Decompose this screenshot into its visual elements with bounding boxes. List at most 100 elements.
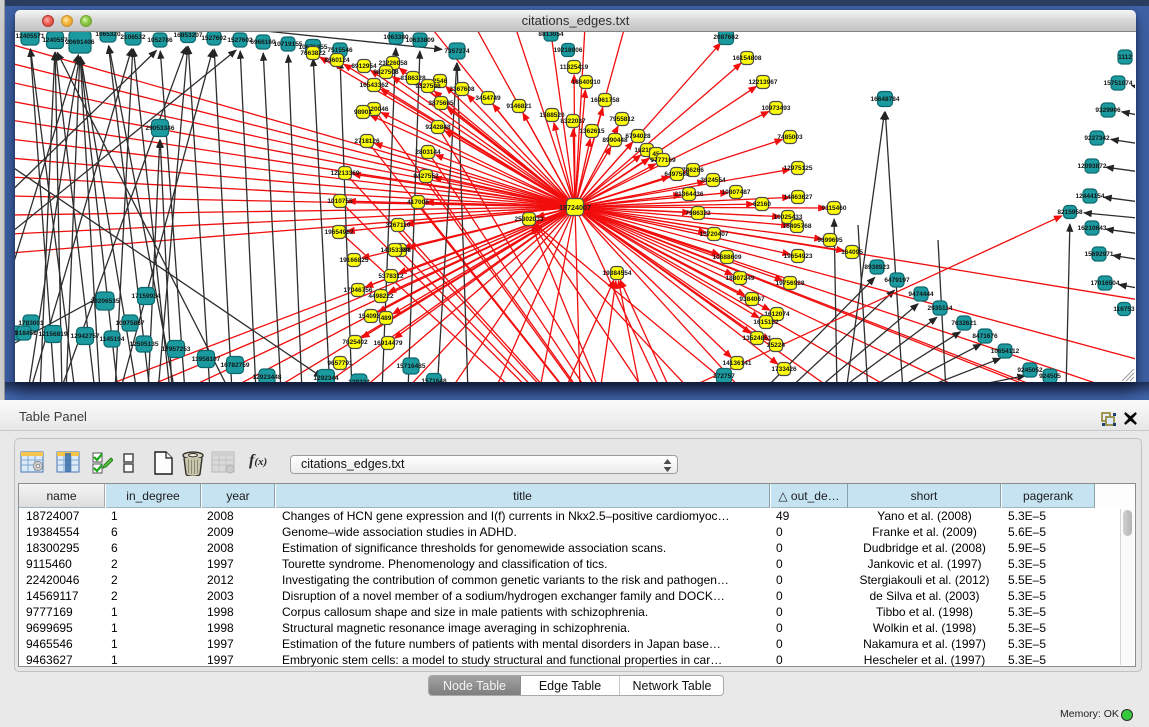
svg-text:3624554: 3624554 (700, 177, 726, 184)
svg-text:10688609: 10688609 (713, 254, 742, 261)
svg-text:12505135: 12505135 (130, 341, 159, 348)
svg-text:8990448: 8990448 (602, 137, 628, 144)
svg-text:6794028: 6794028 (625, 133, 651, 140)
svg-text:2087662: 2087662 (713, 34, 739, 41)
svg-text:1615152: 1615152 (753, 319, 779, 326)
svg-text:18724007: 18724007 (559, 203, 591, 212)
svg-text:10633809: 10633809 (406, 37, 435, 44)
svg-text:9327508: 9327508 (415, 83, 441, 90)
svg-text:1065320: 1065320 (95, 32, 121, 38)
svg-text:6966160: 6966160 (250, 39, 276, 46)
svg-text:19756928: 19756928 (776, 280, 805, 287)
svg-text:164095: 164095 (841, 249, 863, 256)
svg-text:19654982: 19654982 (325, 229, 354, 236)
svg-text:9146821: 9146821 (506, 103, 532, 110)
svg-text:18807249: 18807249 (726, 275, 755, 282)
svg-text:12156819: 12156819 (39, 331, 68, 338)
svg-text:21364436: 21364436 (675, 191, 704, 198)
svg-text:116753: 116753 (1113, 306, 1135, 313)
svg-text:18640910: 18640910 (572, 79, 601, 86)
svg-text:16782759: 16782759 (221, 362, 250, 369)
svg-text:10807487: 10807487 (722, 189, 751, 196)
svg-text:8471676: 8471676 (972, 333, 998, 340)
svg-text:1112: 1112 (1118, 54, 1132, 61)
svg-text:20206535: 20206535 (91, 298, 120, 305)
svg-text:2367608: 2367608 (449, 86, 475, 93)
svg-text:1527602: 1527602 (227, 37, 253, 44)
svg-text:9657791: 9657791 (327, 360, 353, 367)
svg-text:1733426: 1733426 (771, 366, 797, 373)
svg-text:15716485: 15716485 (397, 363, 426, 370)
svg-text:8322037: 8322037 (560, 118, 586, 125)
svg-text:12923448: 12923448 (253, 374, 282, 381)
svg-text:19654923: 19654923 (784, 253, 813, 260)
svg-text:11958107: 11958107 (192, 356, 221, 363)
svg-text:3267110: 3267110 (386, 222, 411, 229)
svg-text:2803144: 2803144 (415, 149, 441, 156)
svg-text:5378312: 5378312 (378, 273, 404, 280)
svg-text:62160: 62160 (753, 201, 771, 208)
svg-text:9227342: 9227342 (1084, 135, 1110, 142)
svg-text:2935114: 2935114 (928, 305, 953, 312)
svg-text:1362615: 1362615 (579, 128, 605, 135)
svg-text:17016504: 17016504 (1091, 280, 1120, 287)
svg-text:15692971: 15692971 (1085, 251, 1114, 258)
svg-text:1240557: 1240557 (42, 37, 68, 44)
svg-text:6497568: 6497568 (664, 171, 690, 178)
svg-text:1145194: 1145194 (100, 336, 125, 343)
svg-text:3875685: 3875685 (428, 100, 454, 107)
svg-text:9329906: 9329906 (1095, 107, 1121, 114)
svg-text:29053346: 29053346 (146, 125, 175, 132)
svg-text:7625402: 7625402 (342, 339, 368, 346)
svg-text:18495768: 18495768 (783, 223, 812, 230)
svg-text:8660124: 8660124 (324, 57, 350, 64)
svg-text:10654112: 10654112 (991, 348, 1020, 355)
svg-text:9427552: 9427552 (413, 173, 439, 180)
svg-text:98901: 98901 (354, 109, 372, 116)
svg-text:1052786: 1052786 (147, 37, 173, 44)
svg-text:16961758: 16961758 (591, 97, 620, 104)
svg-text:16210643: 16210643 (1078, 225, 1107, 232)
svg-text:12213967: 12213967 (749, 79, 778, 86)
svg-text:12213369: 12213369 (331, 170, 360, 177)
svg-text:10973493: 10973493 (762, 105, 791, 112)
svg-text:3454749: 3454749 (475, 95, 501, 102)
svg-text:7357274: 7357274 (444, 48, 470, 55)
svg-text:1063380: 1063380 (383, 34, 409, 41)
svg-text:20691406: 20691406 (66, 39, 95, 46)
svg-text:489: 489 (381, 315, 392, 322)
svg-text:19218906: 19218906 (554, 47, 583, 54)
svg-text:12942757: 12942757 (71, 333, 100, 340)
svg-text:924505: 924505 (1039, 373, 1061, 380)
svg-text:172757: 172757 (713, 373, 735, 380)
svg-text:4498222: 4498222 (368, 293, 394, 300)
svg-text:7632621: 7632621 (951, 320, 977, 327)
svg-text:12975125: 12975125 (784, 165, 813, 172)
svg-text:7485003: 7485003 (777, 134, 803, 141)
svg-text:14353394: 14353394 (381, 247, 410, 254)
svg-text:17957253: 17957253 (162, 346, 191, 353)
svg-text:12093872: 12093872 (1078, 163, 1107, 170)
svg-text:3918451: 3918451 (15, 330, 37, 337)
svg-text:2718126: 2718126 (354, 138, 380, 145)
svg-text:7663822: 7663822 (300, 50, 326, 57)
svg-text:8938923: 8938923 (864, 264, 890, 271)
svg-text:1292344: 1292344 (313, 375, 339, 382)
svg-text:11325419: 11325419 (560, 64, 589, 71)
svg-text:7955812: 7955812 (609, 116, 635, 123)
svg-text:10975867: 10975867 (116, 320, 145, 327)
svg-text:9827508: 9827508 (373, 69, 399, 76)
svg-text:1010755: 1010755 (327, 198, 353, 205)
svg-text:25224: 25224 (767, 342, 785, 349)
svg-text:14463627: 14463627 (784, 194, 813, 201)
svg-text:9777169: 9777169 (650, 157, 676, 164)
svg-text:16853207: 16853207 (174, 32, 203, 39)
svg-text:19166825: 19166825 (340, 257, 369, 264)
svg-text:16914479: 16914479 (374, 340, 403, 347)
svg-text:8215958: 8215958 (1057, 209, 1083, 216)
svg-text:15720407: 15720407 (700, 231, 729, 238)
svg-text:9115460: 9115460 (822, 205, 847, 212)
svg-text:15751074: 15751074 (1104, 80, 1133, 87)
svg-text:2106532: 2106532 (120, 34, 146, 41)
svg-text:16648784: 16648784 (871, 96, 900, 103)
